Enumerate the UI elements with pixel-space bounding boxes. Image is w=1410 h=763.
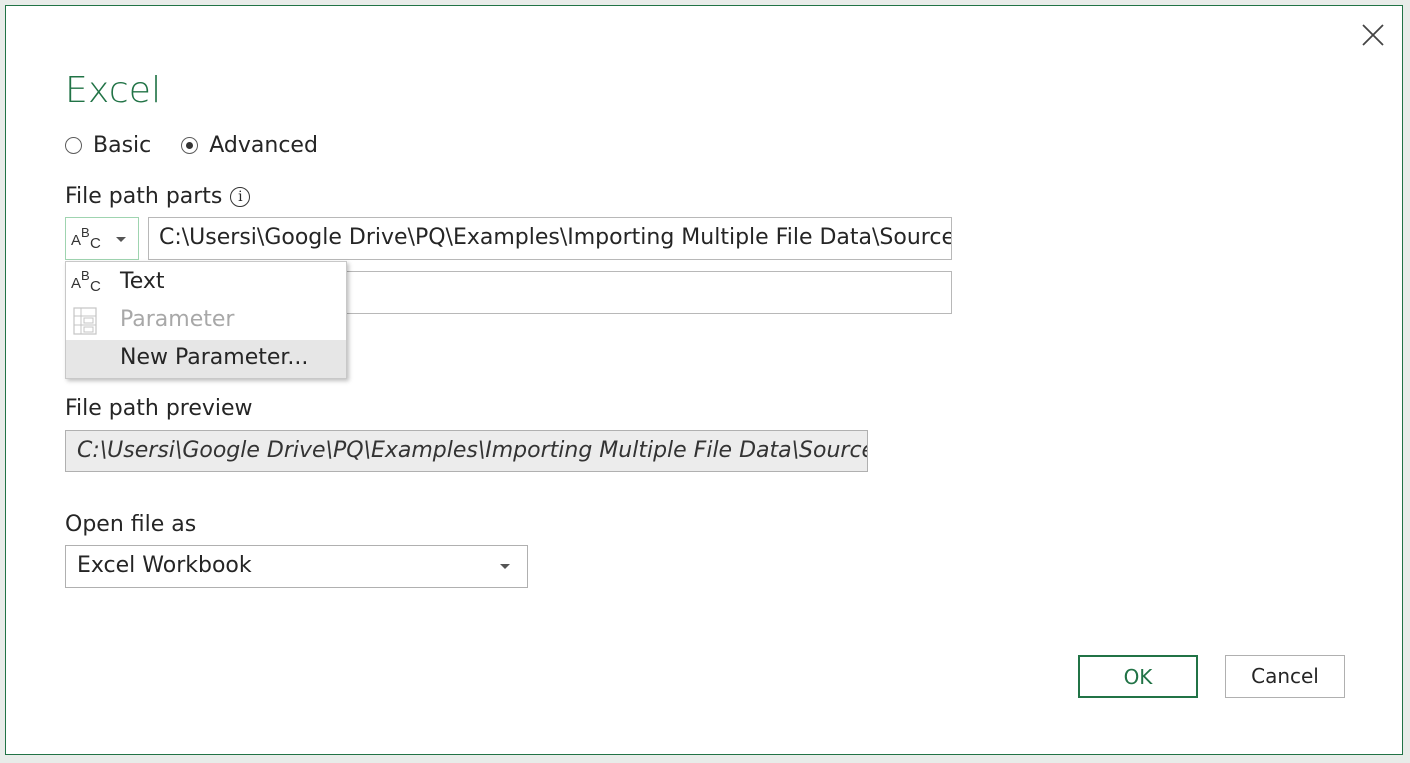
radio-advanced-label: Advanced xyxy=(209,133,318,158)
menu-item-new-parameter-label: New Parameter... xyxy=(120,345,309,370)
menu-item-parameter[interactable]: Parameter xyxy=(66,302,346,340)
chevron-down-icon xyxy=(116,237,126,242)
open-file-as-select[interactable]: Excel Workbook xyxy=(65,545,528,588)
open-file-as-label: Open file as xyxy=(65,512,197,537)
file-path-parts-text: File path parts xyxy=(65,184,223,209)
file-path-parts-label: File path parts i xyxy=(65,184,251,209)
chevron-down-icon xyxy=(500,564,510,569)
part-type-menu: A B C Text Parameter New Parameter... xyxy=(65,261,347,379)
radio-basic-label: Basic xyxy=(93,133,152,158)
cancel-button[interactable]: Cancel xyxy=(1225,655,1345,698)
path-part-input-1[interactable]: C:\Usersi\Google Drive\PQ\Examples\Impor… xyxy=(148,217,952,260)
menu-item-parameter-label: Parameter xyxy=(120,307,235,332)
open-file-as-value: Excel Workbook xyxy=(77,553,252,578)
close-icon xyxy=(1362,24,1384,46)
radio-advanced-circle[interactable] xyxy=(181,137,199,154)
part-type-dropdown-button[interactable]: A B C xyxy=(65,217,139,260)
file-path-preview-label: File path preview xyxy=(65,396,253,421)
close-button[interactable] xyxy=(1358,20,1388,50)
excel-dialog: Excel Basic Advanced File path parts i A … xyxy=(5,5,1403,755)
file-path-preview-field: C:\Usersi\Google Drive\PQ\Examples\Impor… xyxy=(65,430,868,472)
parameter-icon xyxy=(73,307,97,335)
menu-item-text[interactable]: A B C Text xyxy=(66,264,346,302)
menu-item-text-label: Text xyxy=(120,269,165,294)
info-icon[interactable]: i xyxy=(230,187,251,207)
menu-item-new-parameter[interactable]: New Parameter... xyxy=(66,340,346,378)
dialog-title: Excel xyxy=(65,70,162,111)
ok-button[interactable]: OK xyxy=(1078,655,1198,698)
radio-basic-circle[interactable] xyxy=(65,137,82,154)
mode-radio-group: Basic Advanced xyxy=(65,133,348,158)
radio-advanced[interactable]: Advanced xyxy=(181,133,318,158)
radio-basic[interactable]: Basic xyxy=(65,133,151,158)
